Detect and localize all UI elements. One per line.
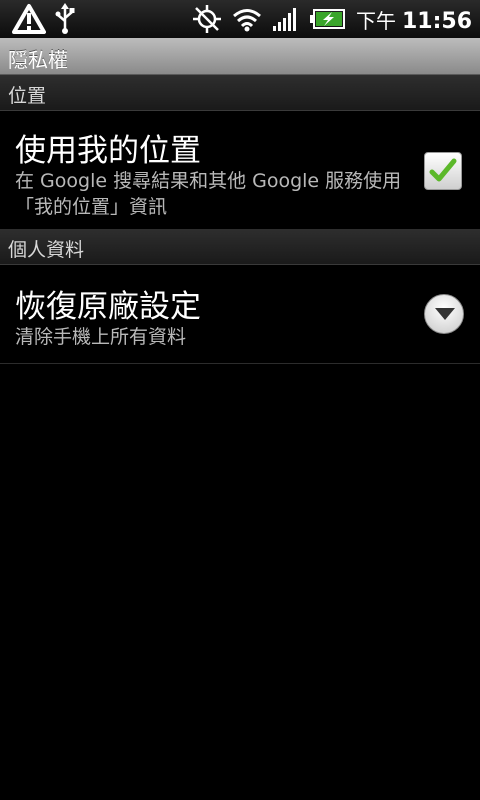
use-my-location-checkbox[interactable] [424,152,462,190]
status-bar: 下午 11:56 [0,0,480,38]
category-header-label: 個人資料 [8,239,85,261]
usb-icon [54,3,76,35]
status-clock: 下午 11:56 [356,5,472,34]
pref-summary: 清除手機上所有資料 [15,326,187,348]
clock-time: 11:56 [401,8,472,34]
wifi-icon [232,6,262,32]
pref-summary: 在 Google 搜尋結果和其他 Google 服務使用「我的位置」資訊 [15,170,402,218]
use-my-location-pref[interactable]: 使用我的位置 在 Google 搜尋結果和其他 Google 服務使用「我的位置… [0,111,480,229]
page-title: 隱私權 [8,48,68,72]
checkmark-icon [429,158,457,182]
category-header-label: 位置 [8,85,47,107]
clock-ampm: 下午 [355,8,396,33]
privacy-settings-screen: 下午 11:56 隱私權 位置 使用我的位置 在 Google 搜尋結果和其他 … [0,0,480,800]
chevron-down-icon [435,308,455,320]
pref-title: 使用我的位置 [15,133,201,169]
list-divider [0,363,480,364]
title-bar: 隱私權 [0,38,480,75]
factory-reset-pref[interactable]: 恢復原廠設定 清除手機上所有資料 [0,265,480,363]
category-header-location: 位置 [0,75,480,111]
signal-icon [272,6,300,32]
factory-reset-arrow[interactable] [424,294,464,334]
pref-title: 恢復原廠設定 [15,289,201,325]
warning-icon [12,3,46,35]
system-icons: 下午 11:56 [192,0,472,38]
battery-charging-icon [309,8,346,30]
notification-icons [12,3,76,35]
gps-off-icon [192,4,222,34]
category-header-personal-data: 個人資料 [0,229,480,265]
